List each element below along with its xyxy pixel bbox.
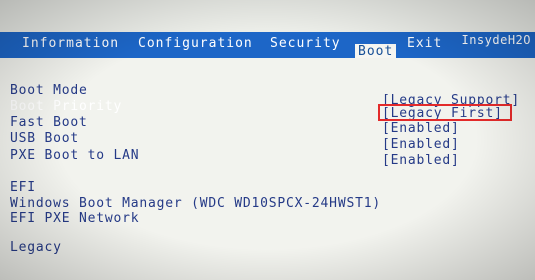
bios-screen: InsydeH2O Information Configuration Secu…: [0, 0, 535, 280]
legacy-header: Legacy: [10, 240, 62, 255]
tab-boot[interactable]: Boot: [355, 44, 397, 59]
efi-item-windows-boot-manager[interactable]: Windows Boot Manager (WDC WD10SPCX-24HWS…: [10, 196, 381, 211]
tab-security[interactable]: Security: [270, 36, 341, 51]
top-bezel: [0, 0, 535, 32]
boot-mode-label[interactable]: Boot Mode: [10, 83, 88, 98]
efi-header: EFI: [10, 180, 36, 195]
usb-boot-value[interactable]: [Enabled]: [382, 137, 460, 152]
highlight-box: [378, 104, 512, 121]
fast-boot-label[interactable]: Fast Boot: [10, 115, 88, 130]
tab-exit[interactable]: Exit: [407, 36, 442, 51]
efi-item-pxe-network[interactable]: EFI PXE Network: [10, 211, 139, 226]
pxe-boot-value[interactable]: [Enabled]: [382, 153, 460, 168]
fast-boot-value[interactable]: [Enabled]: [382, 121, 460, 136]
usb-boot-label[interactable]: USB Boot: [10, 131, 79, 146]
tab-configuration[interactable]: Configuration: [138, 36, 253, 51]
vendor-label: InsydeH2O: [461, 33, 531, 47]
tab-information[interactable]: Information: [22, 36, 119, 51]
boot-priority-label[interactable]: Boot Priority: [10, 99, 122, 114]
pxe-boot-label[interactable]: PXE Boot to LAN: [10, 148, 139, 163]
